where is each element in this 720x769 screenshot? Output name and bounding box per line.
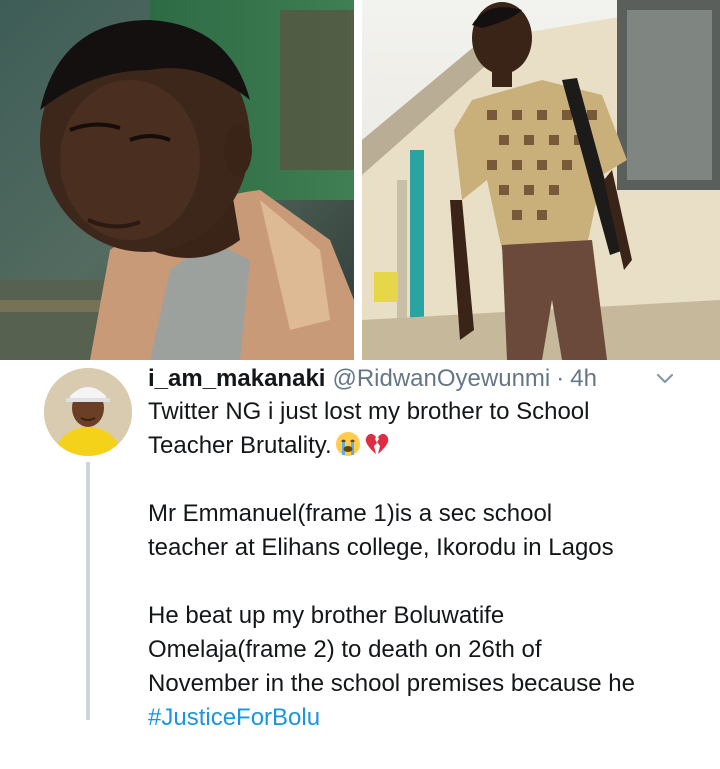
tweet-line: Teacher Brutality. [148, 432, 332, 459]
photo-frame-1[interactable] [0, 0, 354, 360]
tweet-timestamp[interactable]: 4h [570, 364, 597, 394]
user-handle[interactable]: @RidwanOyewunmi [332, 364, 550, 394]
tweet-paragraph-2: Mr Emmanuel(frame 1)is a sec school teac… [148, 497, 708, 565]
tweet-line: teacher at Elihans college, Ikorodu in L… [148, 534, 614, 561]
display-name[interactable]: i_am_makanaki [148, 364, 325, 394]
broken-heart-emoji-icon [365, 433, 388, 454]
photo-collage [0, 0, 720, 360]
tweet-line: He beat up my brother Boluwatife [148, 602, 505, 629]
portrait-photo-man-icon [0, 0, 354, 360]
tweet-line: Twitter NG i just lost my brother to Sch… [148, 398, 590, 425]
crying-face-emoji-icon [335, 432, 360, 456]
user-avatar[interactable] [44, 368, 132, 456]
tweet-line: November in the school premises because … [148, 670, 635, 697]
tweet-text: Twitter NG i just lost my brother to Sch… [148, 395, 708, 769]
tweet-line: Omelaja(frame 2) to death on 26th of [148, 636, 542, 663]
photo-frame-2[interactable] [362, 0, 720, 360]
tweet-header: i_am_makanaki @RidwanOyewunmi · 4h [148, 364, 597, 396]
avatar-portrait-icon [44, 368, 132, 456]
portrait-photo-schoolboy-icon [362, 0, 720, 360]
collage-divider [354, 0, 362, 360]
thread-line [86, 462, 90, 720]
tweet-line: Mr Emmanuel(frame 1)is a sec school [148, 500, 553, 527]
tweet-paragraph-3: He beat up my brother Boluwatife Omelaja… [148, 599, 708, 735]
chevron-down-icon[interactable] [654, 368, 676, 390]
hashtag-link[interactable]: #JusticeForBolu [148, 701, 708, 735]
tweet-paragraph-1: Twitter NG i just lost my brother to Sch… [148, 395, 708, 463]
tweet-line-with-emoji: Teacher Brutality. [148, 429, 708, 463]
separator-dot: · [556, 365, 565, 392]
